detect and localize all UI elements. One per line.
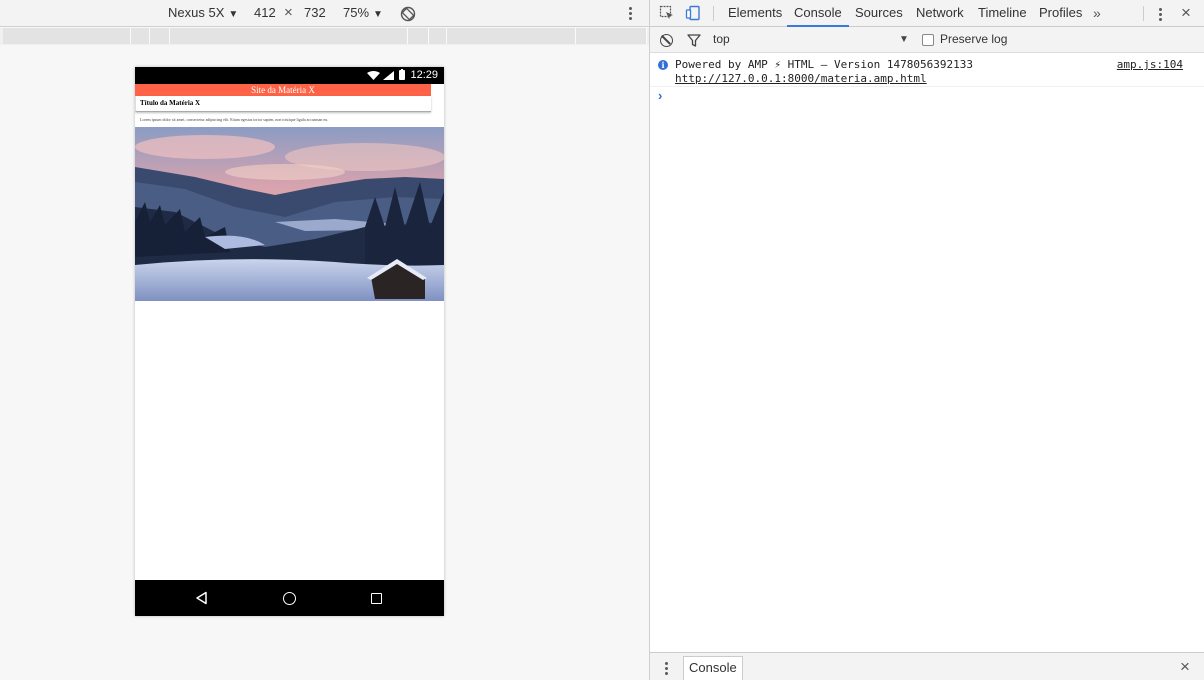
ruler-segment[interactable] [150, 28, 170, 44]
preserve-log-label[interactable]: Preserve log [940, 27, 1007, 53]
ruler-segment[interactable] [3, 28, 131, 44]
article-body: Lorem ipsum dolor sit amet, consectetur … [140, 117, 329, 122]
tab-sources[interactable]: Sources [855, 0, 903, 27]
toolbar-divider [713, 6, 714, 21]
drawer-menu-icon[interactable] [665, 661, 668, 676]
console-prompt[interactable]: › [650, 88, 1204, 106]
status-time: 12:29 [410, 69, 438, 81]
wifi-icon [367, 71, 380, 80]
more-options-icon[interactable] [625, 0, 635, 26]
console-toolbar: top ▼ Preserve log [650, 27, 1204, 53]
device-viewport[interactable]: 12:29 Site da Matéria X Título da Matéri… [135, 67, 444, 616]
back-icon[interactable] [195, 591, 208, 605]
article-image [135, 127, 444, 301]
ruler-segment[interactable] [408, 28, 429, 44]
info-icon: i [658, 60, 668, 70]
tab-elements[interactable]: Elements [728, 0, 782, 27]
device-select[interactable]: Nexus 5X ▼ [168, 0, 238, 26]
dimension-separator: × [284, 4, 293, 21]
zoom-level: 75% [343, 5, 370, 20]
log-url-link[interactable]: http://127.0.0.1:8000/materia.amp.html [675, 72, 927, 85]
chevron-down-icon: ▼ [228, 9, 239, 20]
drawer-tab-console[interactable]: Console [683, 656, 743, 680]
prompt-chevron-icon: › [658, 88, 663, 103]
clear-console-icon[interactable] [660, 34, 673, 47]
close-drawer-icon[interactable]: × [1180, 653, 1190, 680]
tab-console[interactable]: Console [787, 0, 849, 27]
width-input[interactable]: 412 [254, 0, 276, 26]
execution-context-select[interactable]: top [713, 27, 730, 53]
device-toolbar-icon[interactable] [685, 5, 701, 21]
media-query-ruler[interactable] [0, 28, 649, 45]
tab-overflow-icon[interactable]: » [1093, 0, 1101, 27]
preserve-log-checkbox[interactable] [922, 34, 934, 46]
tab-profiles[interactable]: Profiles [1039, 0, 1082, 27]
tab-timeline[interactable]: Timeline [978, 0, 1027, 27]
console-message: i Powered by AMP ⚡ HTML – Version 147805… [650, 54, 1204, 87]
device-emulation-pane: Nexus 5X ▼ 412 × 732 75% ▼ 12:29 Site da M… [0, 0, 649, 680]
ruler-segment[interactable] [447, 28, 576, 44]
ruler-segment[interactable] [170, 28, 408, 44]
article-title: Título da Matéria X [135, 96, 431, 112]
ruler-segment[interactable] [131, 28, 150, 44]
height-input[interactable]: 732 [304, 0, 326, 26]
device-name: Nexus 5X [168, 5, 225, 20]
signal-icon [383, 71, 394, 80]
ruler-segment[interactable] [576, 28, 647, 44]
tab-network[interactable]: Network [916, 0, 964, 27]
devtools-menu-icon[interactable] [1159, 7, 1162, 22]
log-text: Powered by AMP ⚡ HTML – Version 14780563… [675, 58, 974, 71]
console-messages[interactable]: i Powered by AMP ⚡ HTML – Version 147805… [650, 54, 1204, 652]
android-status-bar: 12:29 [135, 67, 444, 84]
log-source-link[interactable]: amp.js:104 [1117, 58, 1183, 72]
android-nav-bar [135, 580, 444, 616]
devtools-tabbar: Elements Console Sources Network Timelin… [650, 0, 1204, 27]
filter-icon[interactable] [687, 34, 701, 47]
devtools-panel: Elements Console Sources Network Timelin… [649, 0, 1204, 680]
recent-apps-icon[interactable] [371, 593, 382, 604]
inspect-element-icon[interactable] [659, 5, 675, 21]
drawer-tabbar: Console × [650, 652, 1204, 680]
chevron-down-icon: ▼ [373, 9, 383, 20]
toolbar-divider [1143, 6, 1144, 21]
battery-icon [399, 69, 405, 80]
site-header: Site da Matéria X [135, 84, 431, 96]
close-devtools-icon[interactable]: × [1181, 0, 1191, 26]
device-toolbar: Nexus 5X ▼ 412 × 732 75% ▼ [0, 0, 649, 27]
zoom-select[interactable]: 75% ▼ [343, 0, 383, 26]
chevron-down-icon[interactable]: ▼ [899, 27, 909, 53]
home-icon[interactable] [283, 592, 296, 605]
ruler-segment[interactable] [429, 28, 447, 44]
